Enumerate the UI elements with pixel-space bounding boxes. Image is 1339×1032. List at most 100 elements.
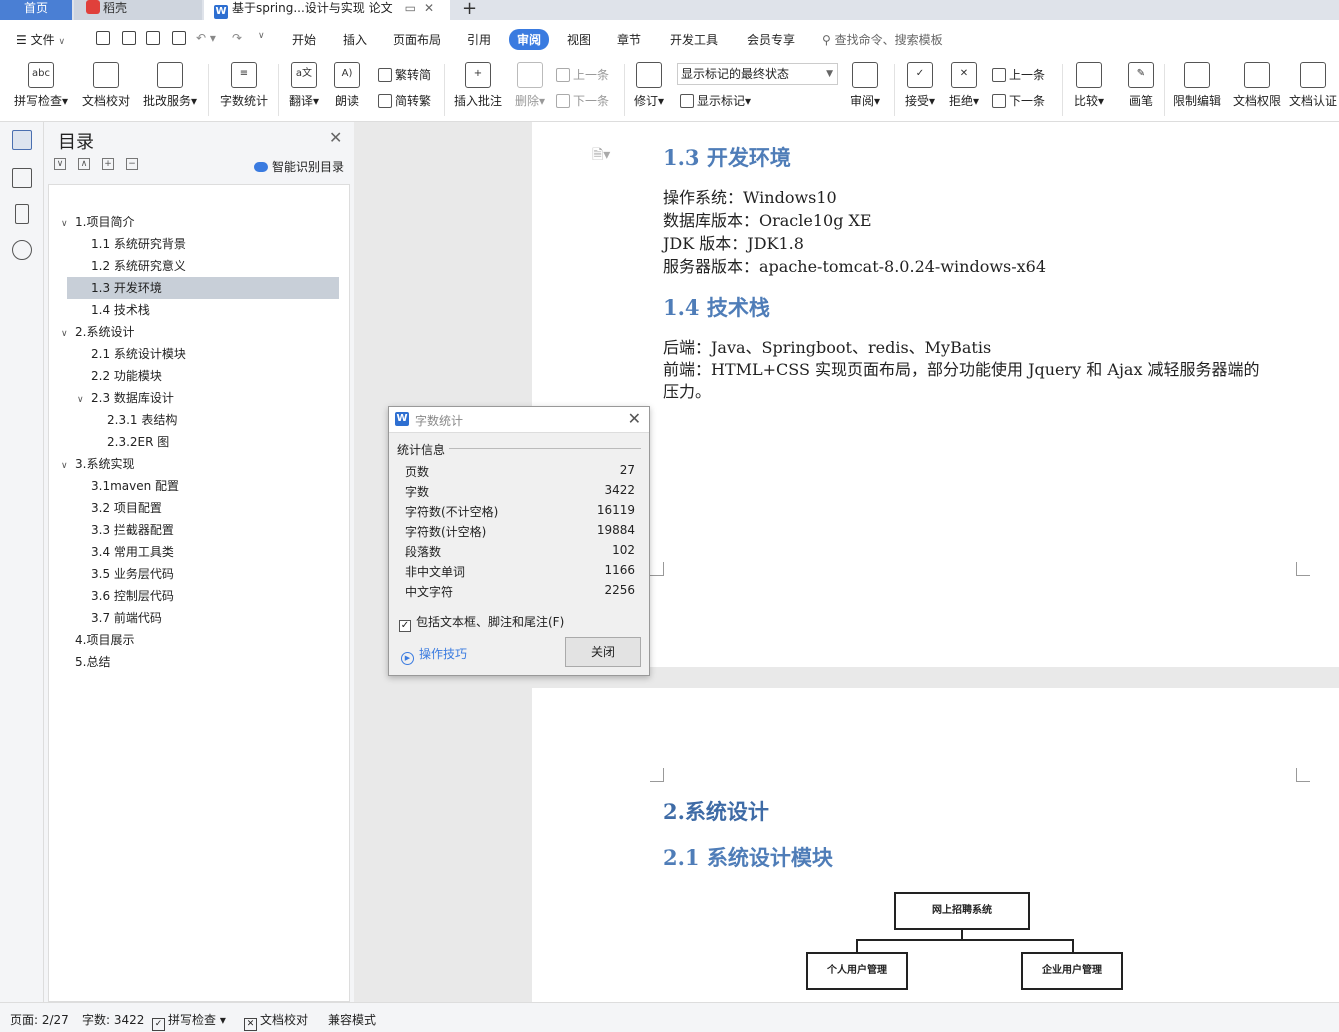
close-icon[interactable]: ✕: [628, 409, 641, 428]
bookmark-icon[interactable]: [15, 204, 29, 224]
batch-service-button[interactable]: 批改服务▾: [140, 62, 200, 109]
prev-comment-button[interactable]: 上一条: [556, 66, 609, 83]
menu-review[interactable]: 审阅: [509, 29, 550, 50]
tips-link[interactable]: ▶ 操作技巧: [401, 645, 467, 665]
prev-revision-button[interactable]: 上一条: [992, 66, 1045, 83]
remove-heading-icon[interactable]: −: [126, 158, 138, 170]
expand-arrow-icon[interactable]: ∨: [77, 389, 91, 411]
toc-item[interactable]: 2.3.1 表结构: [107, 409, 177, 431]
next-comment-button[interactable]: 下一条: [556, 92, 609, 109]
tab-daoke[interactable]: 稻壳: [74, 0, 202, 20]
accept-icon: ✓: [907, 62, 933, 88]
menu-reference[interactable]: 引用: [467, 31, 491, 48]
word-count-indicator[interactable]: 字数: 3422: [82, 1011, 144, 1028]
toc-item[interactable]: 1.3 开发环境: [67, 277, 339, 299]
redo-icon[interactable]: ↷: [232, 31, 242, 45]
collapse-all-icon[interactable]: ∨: [54, 158, 66, 170]
undo-icon[interactable]: ↶ ▾: [196, 31, 216, 45]
word-count-dialog: W 字数统计 ✕ 统计信息 页数 27 字数 3422 字符数(不计空格) 16119 字符…: [388, 406, 650, 676]
reject-button[interactable]: ✕ 拒绝▾: [946, 62, 982, 109]
file-menu-label: 文件: [30, 33, 55, 47]
expand-all-icon[interactable]: ∧: [78, 158, 90, 170]
expand-arrow-icon[interactable]: ∨: [61, 323, 75, 345]
toc-item[interactable]: ∨ 1.项目简介: [61, 211, 134, 233]
restrict-edit-button[interactable]: 限制编辑: [1170, 62, 1224, 109]
toc-item[interactable]: 3.1maven 配置: [91, 475, 179, 497]
export-icon[interactable]: [122, 31, 136, 45]
toc-item[interactable]: 2.2 功能模块: [91, 365, 162, 387]
toc-item[interactable]: 1.1 系统研究背景: [91, 233, 186, 255]
menu-member[interactable]: 会员专享: [747, 31, 795, 48]
translate-button[interactable]: a文 翻译▾: [286, 62, 322, 109]
toc-item[interactable]: 5.总结: [75, 651, 110, 673]
revise-button[interactable]: 修订▾: [630, 62, 668, 109]
review-pane-button[interactable]: 审阅▾: [846, 62, 884, 109]
status-spell-check[interactable]: ✓ 拼写检查 ▾: [152, 1011, 226, 1031]
doc-rights-button[interactable]: 文档权限: [1230, 62, 1284, 109]
add-heading-icon[interactable]: +: [102, 158, 114, 170]
toc-item[interactable]: 3.2 项目配置: [91, 497, 162, 519]
toc-item[interactable]: 3.3 拦截器配置: [91, 519, 174, 541]
spell-check-button[interactable]: abc 拼写检查▾: [10, 62, 72, 109]
next-revision-button[interactable]: 下一条: [992, 92, 1045, 109]
toc-item[interactable]: 4.项目展示: [75, 629, 134, 651]
toc-item[interactable]: 1.2 系统研究意义: [91, 255, 186, 277]
page-indicator[interactable]: 页面: 2/27: [10, 1011, 69, 1028]
search-icon[interactable]: [12, 240, 32, 260]
menu-start[interactable]: 开始: [292, 31, 316, 48]
toc-item[interactable]: 1.4 技术栈: [91, 299, 150, 321]
tab-home[interactable]: 首页: [0, 0, 72, 20]
insert-comment-button[interactable]: + 插入批注: [452, 62, 504, 109]
menu-insert[interactable]: 插入: [343, 31, 367, 48]
quick-access-more-icon[interactable]: ∨: [258, 31, 265, 41]
menu-bar: ☰ 文件 ∨ ↶ ▾ ↷ ∨ 开始 插入 页面布局 引用 审阅 视图 章节 开发…: [0, 20, 1339, 58]
markup-state-select[interactable]: 显示标记的最终状态 ▼: [677, 63, 838, 85]
file-menu[interactable]: ☰ 文件 ∨: [16, 31, 65, 48]
command-search[interactable]: ⚲ 查找命令、搜索模板: [822, 31, 943, 48]
dialog-titlebar[interactable]: W 字数统计 ✕: [389, 407, 649, 433]
simp-to-trad-button[interactable]: 简转繁: [378, 92, 431, 109]
expand-arrow-icon[interactable]: ∨: [61, 213, 75, 235]
status-doc-check[interactable]: ✕ 文档校对: [244, 1011, 308, 1031]
pen-button[interactable]: ✎ 画笔: [1124, 62, 1158, 109]
menu-chapter[interactable]: 章节: [617, 31, 641, 48]
toc-item-label: 3.系统实现: [75, 457, 135, 471]
toc-item[interactable]: 3.5 业务层代码: [91, 563, 174, 585]
accept-button[interactable]: ✓ 接受▾: [902, 62, 938, 109]
toc-item[interactable]: 3.7 前端代码: [91, 607, 162, 629]
tab-document[interactable]: W 基于spring...设计与实现 论文 ▭✕: [204, 0, 450, 20]
toc-item[interactable]: ∨ 2.3 数据库设计: [77, 387, 174, 409]
outline-icon[interactable]: [12, 168, 32, 188]
delete-comment-button[interactable]: 删除▾: [510, 62, 550, 109]
toc-item[interactable]: 2.1 系统设计模块: [91, 343, 186, 365]
compare-button[interactable]: 比较▾: [1070, 62, 1108, 109]
page-options-icon[interactable]: 🗎▾: [592, 144, 610, 168]
close-button[interactable]: 关闭: [565, 637, 641, 667]
read-aloud-button[interactable]: A) 朗读: [330, 62, 364, 109]
toc-item[interactable]: 2.3.2ER 图: [107, 431, 169, 453]
trad-to-simp-button[interactable]: 繁转简: [378, 66, 431, 83]
pin-icon[interactable]: ▭: [405, 1, 424, 15]
close-tab-icon[interactable]: ✕: [424, 1, 442, 15]
menu-layout[interactable]: 页面布局: [393, 31, 441, 48]
print-preview-icon[interactable]: [172, 31, 186, 45]
expand-arrow-icon[interactable]: ∨: [61, 455, 75, 477]
toc-item[interactable]: ∨ 3.系统实现: [61, 453, 134, 475]
include-textbox-checkbox[interactable]: ✓ 包括文本框、脚注和尾注(F): [399, 613, 564, 632]
doc-check-button[interactable]: 文档校对: [80, 62, 132, 109]
toc-icon[interactable]: [12, 130, 32, 150]
menu-view[interactable]: 视图: [567, 31, 591, 48]
doc-cert-button[interactable]: 文档认证: [1288, 62, 1338, 109]
toc-item[interactable]: 3.4 常用工具类: [91, 541, 174, 563]
word-count-button[interactable]: ≡ 字数统计: [216, 62, 272, 109]
toc-item[interactable]: ∨ 2.系统设计: [61, 321, 134, 343]
save-icon[interactable]: [96, 31, 110, 45]
menu-devtools[interactable]: 开发工具: [670, 31, 718, 48]
new-tab-icon[interactable]: +: [462, 0, 477, 19]
stat-row: 段落数 102: [405, 543, 635, 563]
toc-item[interactable]: 3.6 控制层代码: [91, 585, 174, 607]
smart-toc-button[interactable]: 智能识别目录: [254, 158, 344, 175]
show-markup-button[interactable]: 显示标记▾: [680, 92, 751, 109]
print-icon[interactable]: [146, 31, 160, 45]
close-icon[interactable]: ✕: [329, 128, 342, 147]
